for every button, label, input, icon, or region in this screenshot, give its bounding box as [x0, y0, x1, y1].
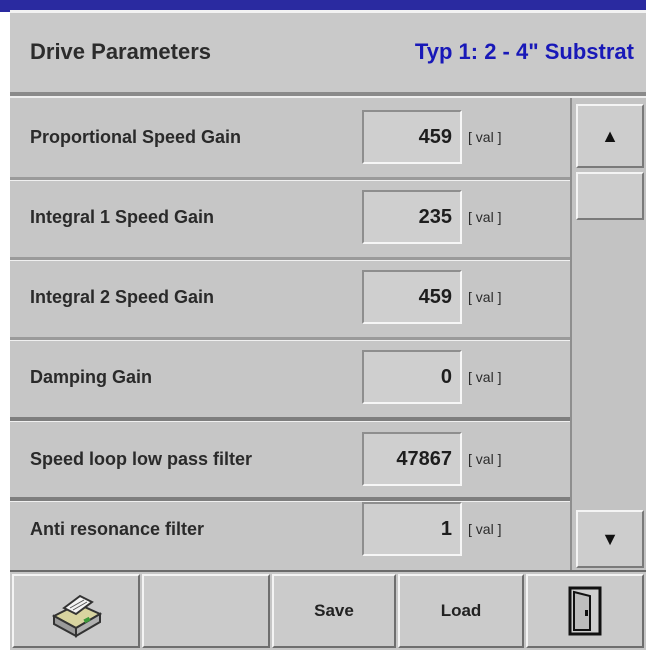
parameter-value-field[interactable]: 235	[362, 190, 462, 244]
panel-header: Drive Parameters Typ 1: 2 - 4" Substrat	[10, 10, 646, 92]
parameter-unit: [ val ]	[468, 521, 502, 537]
print-button[interactable]	[12, 574, 140, 648]
scroll-thumb[interactable]	[576, 172, 644, 220]
parameter-row-anti-resonance-filter: Anti resonance filter 1 [ val ]	[10, 490, 570, 568]
parameter-label: Proportional Speed Gain	[30, 127, 242, 147]
vertical-scrollbar[interactable]: ▲ ▼	[570, 98, 646, 570]
bottom-toolbar: Save Load	[10, 570, 646, 650]
parameter-unit: [ val ]	[468, 369, 502, 385]
parameter-row-integral-1-speed-gain: Integral 1 Speed Gain 235 [ val ]	[10, 178, 570, 256]
parameter-value-field[interactable]: 1	[362, 502, 462, 556]
triangle-up-icon: ▲	[601, 126, 619, 146]
parameter-row-integral-2-speed-gain: Integral 2 Speed Gain 459 [ val ]	[10, 258, 570, 336]
door-icon	[568, 586, 602, 636]
page-title: Drive Parameters	[30, 39, 212, 64]
parameter-label: Integral 1 Speed Gain	[30, 207, 215, 227]
parameter-label: Anti resonance filter	[30, 519, 205, 539]
scroll-down-button[interactable]: ▼	[576, 510, 644, 568]
scroll-up-button[interactable]: ▲	[576, 104, 644, 168]
parameter-label: Damping Gain	[30, 367, 153, 387]
drive-parameters-panel: Drive Parameters Typ 1: 2 - 4" Substrat …	[10, 10, 646, 650]
triangle-down-icon: ▼	[601, 529, 619, 549]
parameter-value-field[interactable]: 47867	[362, 432, 462, 486]
parameter-unit: [ val ]	[468, 289, 502, 305]
printer-icon	[51, 594, 103, 638]
parameter-value-field[interactable]: 0	[362, 350, 462, 404]
load-button[interactable]: Load	[398, 574, 524, 648]
save-button[interactable]: Save	[272, 574, 396, 648]
parameter-unit: [ val ]	[468, 209, 502, 225]
parameter-unit: [ val ]	[468, 451, 502, 467]
substrate-type-label: Typ 1: 2 - 4" Substrat	[414, 39, 634, 64]
parameter-unit: [ val ]	[468, 129, 502, 145]
empty-toolbar-button[interactable]	[142, 574, 270, 648]
parameter-list: Proportional Speed Gain 459 [ val ] Inte…	[10, 98, 570, 570]
parameter-row-proportional-speed-gain: Proportional Speed Gain 459 [ val ]	[10, 98, 570, 176]
exit-button[interactable]	[526, 574, 644, 648]
parameter-value-field[interactable]: 459	[362, 110, 462, 164]
parameter-row-damping-gain: Damping Gain 0 [ val ]	[10, 338, 570, 416]
parameter-value-field[interactable]: 459	[362, 270, 462, 324]
parameter-row-speed-loop-low-pass-filter: Speed loop low pass filter 47867 [ val ]	[10, 420, 570, 498]
parameter-label: Speed loop low pass filter	[30, 449, 253, 469]
parameter-label: Integral 2 Speed Gain	[30, 287, 215, 307]
